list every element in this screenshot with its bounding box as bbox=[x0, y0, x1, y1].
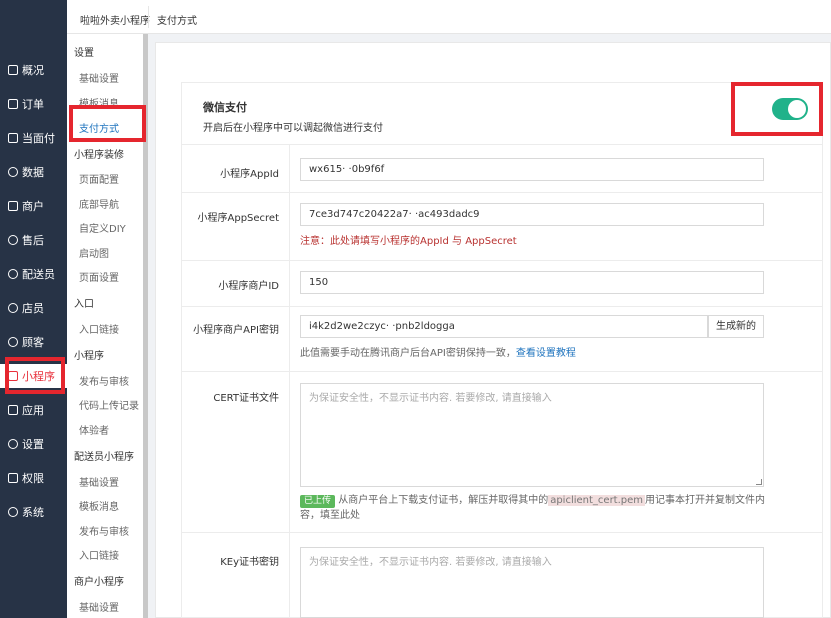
nav-item-settings[interactable]: 设置 bbox=[0, 432, 67, 456]
nav-item-customer[interactable]: 顾客 bbox=[0, 330, 67, 354]
row-divider bbox=[181, 192, 823, 193]
cert-label: CERT证书文件 bbox=[213, 393, 279, 404]
sub-item-merchant-basic[interactable]: 基础设置 bbox=[79, 599, 119, 614]
app-name: 啦啦外卖小程序 bbox=[80, 16, 150, 27]
overview-icon bbox=[8, 65, 18, 75]
key-textarea[interactable]: 为保证安全性，不显示证书内容. 若要修改, 请直接输入 bbox=[300, 547, 764, 618]
header-divider bbox=[148, 6, 149, 28]
row-divider bbox=[181, 306, 823, 307]
nav-item-permissions[interactable]: 权限 bbox=[0, 466, 67, 490]
courier-icon bbox=[8, 269, 18, 279]
settings-icon bbox=[8, 439, 18, 449]
row-divider bbox=[181, 260, 823, 261]
row-divider bbox=[181, 144, 823, 145]
customer-icon bbox=[8, 337, 18, 347]
system-icon bbox=[8, 507, 18, 517]
cert-note: 已上传 从商户平台上下载支付证书，解压并取得其中的 apiclient_cert.… bbox=[300, 495, 766, 521]
row-divider bbox=[181, 532, 823, 533]
sub-item-courier-basic[interactable]: 基础设置 bbox=[79, 474, 119, 489]
setup-tutorial-link[interactable]: 查看设置教程 bbox=[516, 348, 576, 359]
mch-id-input[interactable]: 150 bbox=[300, 271, 764, 294]
highlight-miniapp-nav bbox=[5, 357, 65, 394]
sub-item-entry-link[interactable]: 入口链接 bbox=[79, 321, 119, 336]
label-column-divider bbox=[289, 144, 290, 618]
apps-icon bbox=[8, 405, 18, 415]
appid-label: 小程序AppId bbox=[220, 169, 279, 180]
nav-item-system[interactable]: 系统 bbox=[0, 500, 67, 524]
sub-item-upload-records[interactable]: 代码上传记录 bbox=[79, 397, 139, 412]
uploaded-badge: 已上传 bbox=[300, 495, 336, 508]
nav-item-face-pay[interactable]: 当面付 bbox=[0, 126, 67, 150]
sub-item-bottom-nav[interactable]: 底部导航 bbox=[79, 196, 119, 211]
sub-item-publish-review[interactable]: 发布与审核 bbox=[79, 373, 129, 388]
sub-section-merchant-miniapp: 商户小程序 bbox=[74, 577, 124, 588]
sub-section-courier-miniapp: 配送员小程序 bbox=[74, 452, 134, 463]
row-divider bbox=[181, 371, 823, 372]
api-key-label: 小程序商户API密钥 bbox=[193, 325, 279, 336]
order-icon bbox=[8, 99, 18, 109]
api-key-input[interactable]: i4k2d2we2czyc· ·pnb2ldogga bbox=[300, 315, 708, 338]
breadcrumb: 支付方式 bbox=[157, 16, 197, 27]
sub-section-decoration: 小程序装修 bbox=[74, 150, 124, 161]
wechat-pay-description: 开启后在小程序中可以调起微信进行支付 bbox=[203, 123, 383, 134]
nav-item-apps[interactable]: 应用 bbox=[0, 398, 67, 422]
clerk-icon bbox=[8, 303, 18, 313]
sub-section-settings: 设置 bbox=[74, 48, 94, 59]
nav-item-orders[interactable]: 订单 bbox=[0, 92, 67, 116]
sub-item-testers[interactable]: 体验者 bbox=[79, 422, 109, 437]
sub-item-basic-settings[interactable]: 基础设置 bbox=[79, 70, 119, 85]
appsecret-label: 小程序AppSecret bbox=[197, 213, 280, 224]
wechat-pay-title: 微信支付 bbox=[203, 101, 247, 114]
resize-handle[interactable] bbox=[756, 479, 762, 485]
after-sale-icon bbox=[8, 235, 18, 245]
face-pay-icon bbox=[8, 133, 18, 143]
mch-id-label: 小程序商户ID bbox=[218, 281, 279, 292]
nav-item-overview[interactable]: 概况 bbox=[0, 58, 67, 82]
cert-textarea[interactable]: 为保证安全性，不显示证书内容. 若要修改, 请直接输入 bbox=[300, 383, 764, 487]
highlight-toggle bbox=[731, 82, 823, 136]
appid-input[interactable]: wx615· ·0b9f6f bbox=[300, 158, 764, 181]
sub-item-splash[interactable]: 启动图 bbox=[79, 245, 109, 260]
cert-filename: apiclient_cert.pem bbox=[548, 495, 646, 506]
highlight-payment-method bbox=[69, 105, 146, 142]
sub-item-courier-template[interactable]: 模板消息 bbox=[79, 498, 119, 513]
nav-item-courier[interactable]: 配送员 bbox=[0, 262, 67, 286]
appsecret-input[interactable]: 7ce3d747c20422a7· ·ac493dadc9 bbox=[300, 203, 764, 226]
sub-section-entry: 入口 bbox=[74, 299, 94, 310]
sub-item-courier-publish[interactable]: 发布与审核 bbox=[79, 523, 129, 538]
app-root: 概况 订单 当面付 数据 商户 售后 配送员 店员 顾客 小程序 应用 设置 权… bbox=[0, 0, 831, 618]
nav-item-clerk[interactable]: 店员 bbox=[0, 296, 67, 320]
lock-icon bbox=[8, 473, 18, 483]
sub-item-custom-diy[interactable]: 自定义DIY bbox=[79, 220, 126, 235]
key-label: KEy证书密钥 bbox=[220, 557, 279, 568]
sub-item-courier-entry[interactable]: 入口链接 bbox=[79, 547, 119, 562]
api-key-note: 此值需要手动在腾讯商户后台API密钥保持一致，查看设置教程 bbox=[300, 348, 576, 359]
merchant-icon bbox=[8, 201, 18, 211]
sub-section-miniapp: 小程序 bbox=[74, 351, 104, 362]
appsecret-note: 注意：此处请填写小程序的AppId 与 AppSecret bbox=[300, 236, 517, 247]
nav-item-merchant[interactable]: 商户 bbox=[0, 194, 67, 218]
main-sidebar: 概况 订单 当面付 数据 商户 售后 配送员 店员 顾客 小程序 应用 设置 权… bbox=[0, 0, 67, 618]
generate-key-button[interactable]: 生成新的 bbox=[708, 315, 764, 338]
nav-item-data[interactable]: 数据 bbox=[0, 160, 67, 184]
data-icon bbox=[8, 167, 18, 177]
sub-item-page-config[interactable]: 页面配置 bbox=[79, 171, 119, 186]
nav-item-after-sale[interactable]: 售后 bbox=[0, 228, 67, 252]
sub-item-page-settings[interactable]: 页面设置 bbox=[79, 269, 119, 284]
